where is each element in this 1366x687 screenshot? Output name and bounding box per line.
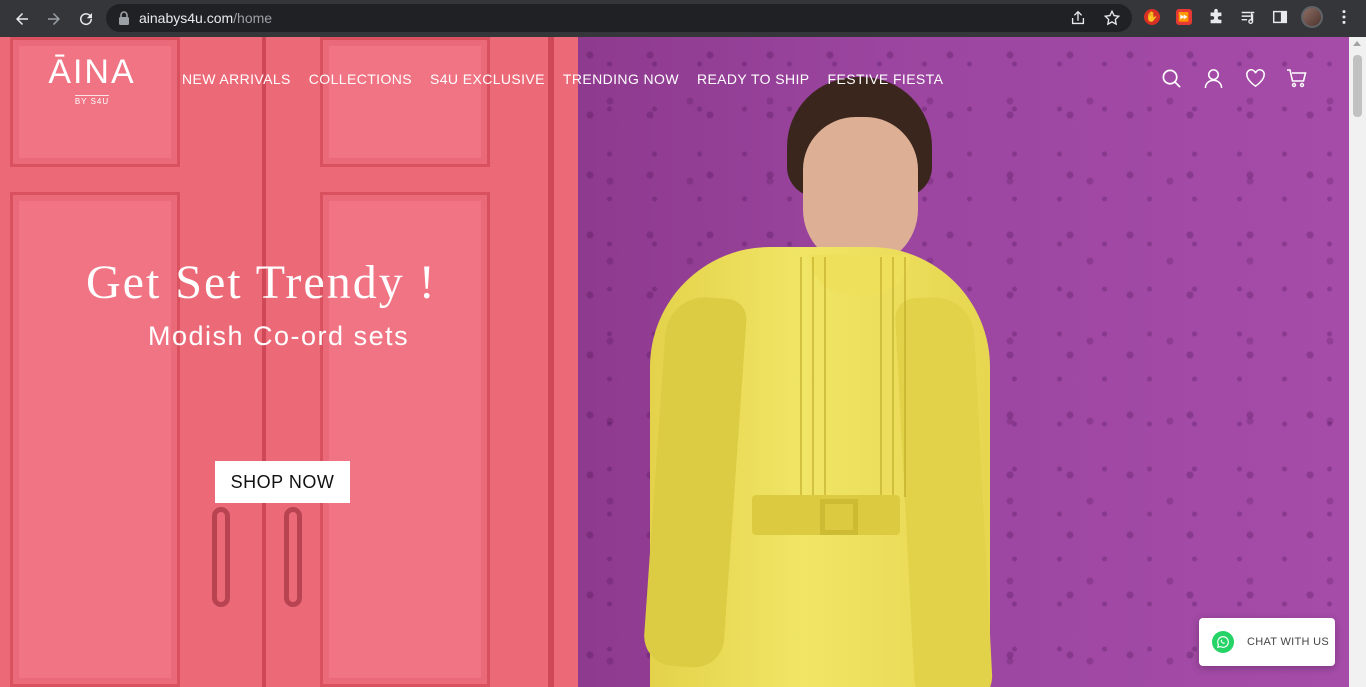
door-panel: [320, 37, 490, 167]
address-bar[interactable]: ainabys4u.com/home: [106, 4, 1132, 32]
browser-toolbar: ainabys4u.com/home ✋ ⏩: [0, 0, 1366, 37]
profile-avatar[interactable]: [1300, 5, 1324, 29]
shop-now-button[interactable]: SHOP NOW: [215, 461, 350, 503]
door-handle: [284, 507, 302, 607]
chat-label: CHAT WITH US: [1247, 636, 1330, 648]
dress-pleat: [800, 257, 802, 497]
site-logo[interactable]: ĀINA BY S4U: [40, 53, 144, 109]
nav-collections[interactable]: COLLECTIONS: [309, 71, 412, 87]
hero-title: Get Set Trendy !: [86, 256, 437, 309]
media-control-icon[interactable]: [1236, 5, 1260, 29]
nav-trending-now[interactable]: TRENDING NOW: [563, 71, 679, 87]
extension-icon-2[interactable]: ⏩: [1172, 5, 1196, 29]
back-icon[interactable]: [6, 3, 38, 35]
forward-icon[interactable]: [38, 3, 70, 35]
nav-s4u-exclusive[interactable]: S4U EXCLUSIVE: [430, 71, 545, 87]
nav-festive-fiesta[interactable]: FESTIVE FIESTA: [828, 71, 944, 87]
account-icon[interactable]: [1202, 67, 1224, 89]
dress-pleat: [812, 257, 814, 497]
share-icon[interactable]: [1068, 8, 1088, 28]
header-actions: [1160, 67, 1308, 89]
url-text[interactable]: ainabys4u.com/home: [139, 10, 272, 26]
hero-subtitle: Modish Co-ord sets: [148, 321, 410, 351]
logo-tagline: BY S4U: [74, 95, 110, 106]
page-viewport: ĀINA BY S4U NEW ARRIVALS COLLECTIONS S4U…: [0, 37, 1349, 687]
chat-widget[interactable]: CHAT WITH US: [1199, 618, 1335, 666]
star-icon[interactable]: [1102, 8, 1122, 28]
dress-pleat: [904, 257, 906, 497]
model-face: [803, 117, 918, 267]
nav-new-arrivals[interactable]: NEW ARRIVALS: [182, 71, 291, 87]
scroll-up-arrow-icon[interactable]: [1353, 41, 1361, 46]
door-edge: [548, 37, 554, 687]
dress-pleat: [824, 257, 826, 497]
menu-icon[interactable]: [1332, 5, 1356, 29]
door-seam: [262, 37, 266, 687]
belt-buckle: [820, 499, 858, 535]
scroll-thumb[interactable]: [1353, 55, 1362, 117]
extension-red-icon[interactable]: ✋: [1140, 5, 1164, 29]
nav-ready-to-ship[interactable]: READY TO SHIP: [697, 71, 810, 87]
side-panel-icon[interactable]: [1268, 5, 1292, 29]
wishlist-heart-icon[interactable]: [1244, 67, 1266, 89]
search-icon[interactable]: [1160, 67, 1182, 89]
main-navigation: NEW ARRIVALS COLLECTIONS S4U EXCLUSIVE T…: [182, 71, 943, 87]
logo-wordmark: ĀINA: [48, 53, 136, 91]
reload-icon[interactable]: [70, 3, 102, 35]
puzzle-icon[interactable]: [1204, 5, 1228, 29]
cart-icon[interactable]: [1286, 67, 1308, 89]
page-scrollbar[interactable]: [1349, 37, 1366, 687]
lock-icon[interactable]: [118, 11, 130, 25]
dress-pleat: [880, 257, 882, 497]
dress-pleat: [892, 257, 894, 497]
door-handle: [212, 507, 230, 607]
whatsapp-icon: [1212, 631, 1234, 653]
